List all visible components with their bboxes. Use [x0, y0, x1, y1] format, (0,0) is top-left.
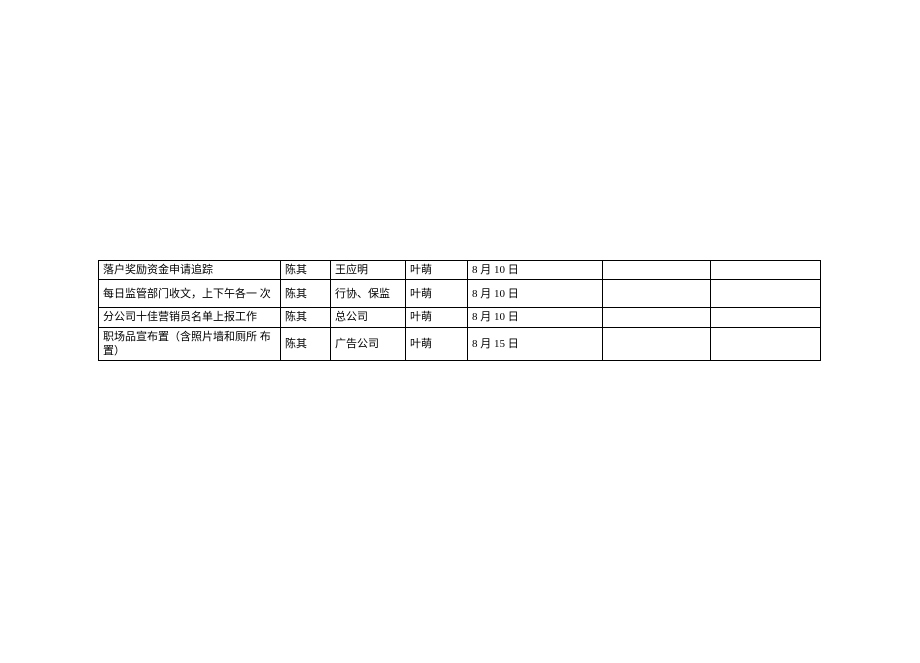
- cell-date: 8 月 10 日: [468, 261, 603, 280]
- cell-date: 8 月 15 日: [468, 327, 603, 361]
- cell-empty: [603, 280, 711, 308]
- cell-empty: [711, 280, 821, 308]
- cell-empty: [603, 308, 711, 327]
- cell-dept: 总公司: [331, 308, 406, 327]
- cell-empty: [711, 308, 821, 327]
- cell-empty: [603, 261, 711, 280]
- task-table: 落户奖励资金申请追踪 陈其 王应明 叶萌 8 月 10 日 每日监管部门收文，上…: [98, 260, 821, 361]
- table-row: 分公司十佳营销员名单上报工作 陈其 总公司 叶萌 8 月 10 日: [99, 308, 821, 327]
- cell-lead: 叶萌: [406, 261, 468, 280]
- cell-lead: 叶萌: [406, 327, 468, 361]
- cell-dept: 王应明: [331, 261, 406, 280]
- cell-task: 职场品宣布置（含照片墙和厕所 布置）: [99, 327, 281, 361]
- cell-owner: 陈其: [281, 280, 331, 308]
- table-row: 落户奖励资金申请追踪 陈其 王应明 叶萌 8 月 10 日: [99, 261, 821, 280]
- table-row: 每日监管部门收文，上下午各一 次 陈其 行协、保监 叶萌 8 月 10 日: [99, 280, 821, 308]
- task-table-container: 落户奖励资金申请追踪 陈其 王应明 叶萌 8 月 10 日 每日监管部门收文，上…: [98, 260, 820, 361]
- cell-owner: 陈其: [281, 261, 331, 280]
- cell-lead: 叶萌: [406, 280, 468, 308]
- cell-dept: 广告公司: [331, 327, 406, 361]
- cell-dept: 行协、保监: [331, 280, 406, 308]
- cell-owner: 陈其: [281, 308, 331, 327]
- cell-empty: [603, 327, 711, 361]
- cell-empty: [711, 261, 821, 280]
- table-row: 职场品宣布置（含照片墙和厕所 布置） 陈其 广告公司 叶萌 8 月 15 日: [99, 327, 821, 361]
- cell-lead: 叶萌: [406, 308, 468, 327]
- cell-date: 8 月 10 日: [468, 308, 603, 327]
- cell-empty: [711, 327, 821, 361]
- cell-date: 8 月 10 日: [468, 280, 603, 308]
- cell-task: 分公司十佳营销员名单上报工作: [99, 308, 281, 327]
- cell-task: 落户奖励资金申请追踪: [99, 261, 281, 280]
- cell-task: 每日监管部门收文，上下午各一 次: [99, 280, 281, 308]
- cell-owner: 陈其: [281, 327, 331, 361]
